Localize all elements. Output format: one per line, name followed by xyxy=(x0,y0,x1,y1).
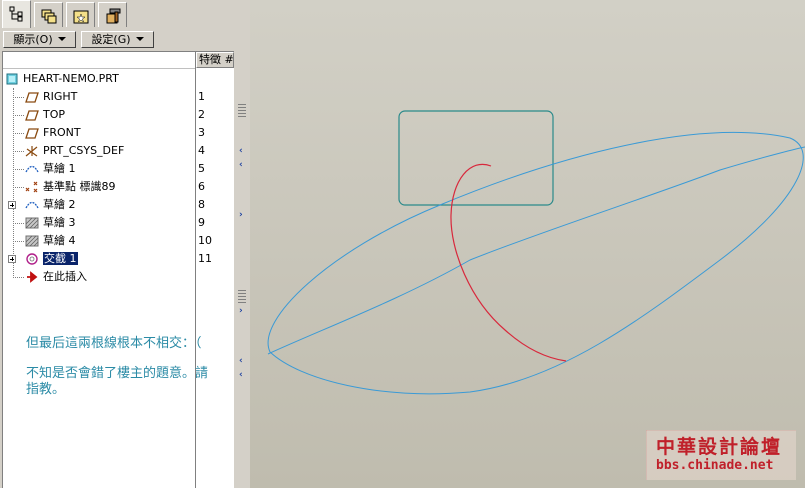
expand-right-icon[interactable]: › xyxy=(239,306,243,316)
tree-item-intersect-1[interactable]: 交截 1 11 xyxy=(0,250,236,268)
watermark-url: bbs.chinade.net xyxy=(656,458,774,473)
tab-tools[interactable] xyxy=(98,2,127,27)
annotation-note: 但最后這兩根線根本不相交：（ 不知是否會錯了樓主的題意。請指教。 xyxy=(26,336,211,412)
feature-number-column-header[interactable]: 特徵 # xyxy=(196,52,234,68)
tree-item-label: 草繪 1 xyxy=(43,162,76,175)
tree-item-label: 在此插入 xyxy=(43,270,87,283)
tree-item-sketch-1[interactable]: 草繪 1 5 xyxy=(0,160,236,178)
expand-icon[interactable] xyxy=(8,201,16,209)
hatched-sketch-icon xyxy=(25,235,39,247)
settings-menu-label: 設定(G) xyxy=(91,33,131,46)
tree-item-label: 草繪 2 xyxy=(43,198,76,211)
note-line-2: 不知是否會錯了樓主的題意。請指教。 xyxy=(26,366,209,397)
tree-root-label: HEART-NEMO.PRT xyxy=(23,72,119,85)
model-tree-panel: 顯示(O) 設定(G) 特徵 # HEART-NEMO.PRT RIGHT 1 … xyxy=(0,0,236,488)
feature-number: 4 xyxy=(198,144,205,157)
expand-right-icon[interactable]: › xyxy=(239,210,243,220)
tree-item-sketch-2[interactable]: 草繪 2 8 xyxy=(0,196,236,214)
datum-point-icon xyxy=(25,181,38,193)
feature-number: 10 xyxy=(198,234,212,247)
note-line-1: 但最后這兩根線根本不相交：（ xyxy=(26,336,202,351)
model-tree-icon xyxy=(9,6,23,22)
splitter-grip[interactable] xyxy=(238,290,246,304)
tree-item-front[interactable]: FRONT 3 xyxy=(0,124,236,142)
sketch-icon xyxy=(25,165,39,173)
feature-number: 6 xyxy=(198,180,205,193)
insert-here-arrow-icon xyxy=(27,271,38,283)
collapse-left-icon[interactable]: ‹ xyxy=(239,160,243,170)
tree-item-label: 草繪 4 xyxy=(43,234,76,247)
tree-item-label: 基準點 標識89 xyxy=(43,180,116,193)
tree-item-label: 交截 1 xyxy=(43,252,78,265)
feature-number: 9 xyxy=(198,216,205,229)
chevron-down-icon xyxy=(135,37,144,41)
datum-plane-icon xyxy=(25,110,39,121)
splitter-grip[interactable] xyxy=(238,104,246,118)
display-menu-button[interactable]: 顯示(O) xyxy=(3,31,76,48)
tab-folder-browser[interactable] xyxy=(66,2,95,27)
tree-item-label: PRT_CSYS_DEF xyxy=(43,144,125,157)
display-menu-label: 顯示(O) xyxy=(13,33,53,46)
hatched-sketch-icon xyxy=(25,217,39,229)
expand-icon[interactable] xyxy=(8,255,16,263)
datum-plane-icon xyxy=(25,128,39,139)
tree-name-column-header[interactable] xyxy=(3,52,195,69)
tree-item-label: 草繪 3 xyxy=(43,216,76,229)
part-icon xyxy=(6,73,18,85)
feature-number: 3 xyxy=(198,126,205,139)
tree-item-sketch-3[interactable]: 草繪 3 9 xyxy=(0,214,236,232)
feature-number: 8 xyxy=(198,198,205,211)
sketch-icon xyxy=(25,201,39,209)
feature-number: 1 xyxy=(198,90,205,103)
feature-number: 5 xyxy=(198,162,205,175)
tree-item-label: TOP xyxy=(43,108,66,121)
tree-root-item[interactable]: HEART-NEMO.PRT xyxy=(0,70,236,88)
intersect-curve-icon xyxy=(26,253,38,265)
model-geometry xyxy=(267,110,805,395)
forum-watermark: 中華設計論壇 bbs.chinade.net xyxy=(646,430,796,480)
hammer-tools-icon xyxy=(106,8,121,24)
tree-item-right[interactable]: RIGHT 1 xyxy=(0,88,236,106)
feature-number: 2 xyxy=(198,108,205,121)
graphics-viewport[interactable] xyxy=(250,0,805,488)
panel-splitter[interactable] xyxy=(236,0,250,488)
layers-icon xyxy=(41,9,57,24)
tree-item-prt-csys-def[interactable]: PRT_CSYS_DEF 4 xyxy=(0,142,236,160)
collapse-left-icon[interactable]: ‹ xyxy=(239,146,243,156)
collapse-left-icon[interactable]: ‹ xyxy=(239,370,243,380)
tab-layers[interactable] xyxy=(34,2,63,27)
tree-item-label: FRONT xyxy=(43,126,81,139)
tab-model-tree[interactable] xyxy=(2,0,31,28)
chevron-down-icon xyxy=(57,37,66,41)
feature-number: 11 xyxy=(198,252,212,265)
folder-star-icon xyxy=(73,10,89,24)
datum-plane-icon xyxy=(25,92,39,103)
tree-item-sketch-4[interactable]: 草繪 4 10 xyxy=(0,232,236,250)
settings-menu-button[interactable]: 設定(G) xyxy=(81,31,154,48)
tree-item-top[interactable]: TOP 2 xyxy=(0,106,236,124)
tree-item-label: RIGHT xyxy=(43,90,78,103)
inner-curve xyxy=(267,146,805,355)
coordinate-system-icon xyxy=(25,146,38,157)
outer-curve xyxy=(267,131,804,395)
watermark-title: 中華設計論壇 xyxy=(656,436,783,458)
collapse-left-icon[interactable]: ‹ xyxy=(239,356,243,366)
tree-item-datum-point[interactable]: 基準點 標識89 6 xyxy=(0,178,236,196)
tree-item-insert-here[interactable]: 在此插入 xyxy=(0,268,236,286)
